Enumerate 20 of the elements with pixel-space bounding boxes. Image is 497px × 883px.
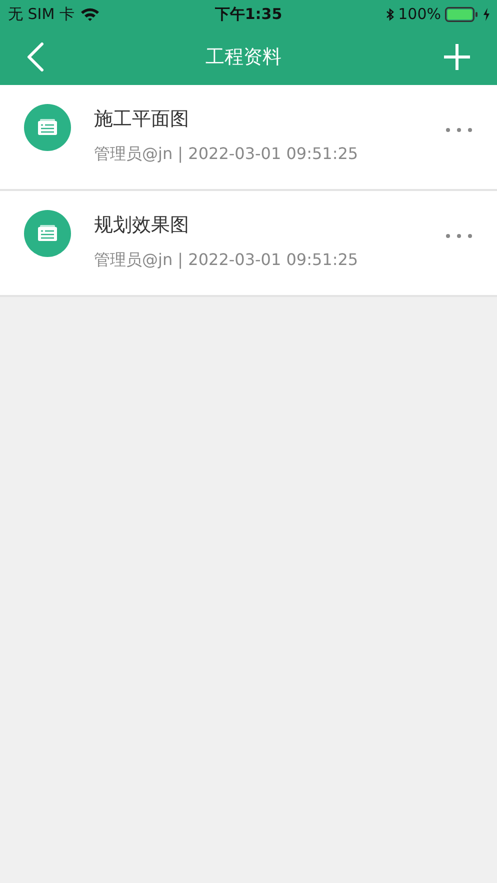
file-meta: 管理员@jn | 2022-03-01 09:51:25	[94, 144, 360, 164]
add-button[interactable]	[443, 42, 471, 70]
file-name: 施工平面图	[94, 106, 190, 132]
bluetooth-icon	[386, 8, 394, 20]
charging-icon	[483, 8, 490, 20]
page-title: 工程资料	[206, 44, 282, 70]
document-icon	[24, 104, 71, 150]
wifi-icon	[80, 7, 100, 21]
more-button[interactable]	[445, 127, 473, 133]
more-button[interactable]	[445, 233, 473, 239]
file-row[interactable]: 施工平面图 管理员@jn | 2022-03-01 09:51:25	[0, 85, 497, 191]
battery-percent: 100%	[398, 5, 441, 23]
document-icon	[24, 210, 71, 256]
battery-icon	[445, 6, 479, 22]
back-button[interactable]	[26, 42, 44, 72]
file-name: 规划效果图	[94, 212, 190, 238]
carrier-text: 无 SIM 卡	[8, 4, 74, 24]
file-meta: 管理员@jn | 2022-03-01 09:51:25	[94, 250, 360, 270]
file-row[interactable]: 规划效果图 管理员@jn | 2022-03-01 09:51:25	[0, 191, 497, 297]
clock-text: 下午1:35	[214, 4, 282, 24]
